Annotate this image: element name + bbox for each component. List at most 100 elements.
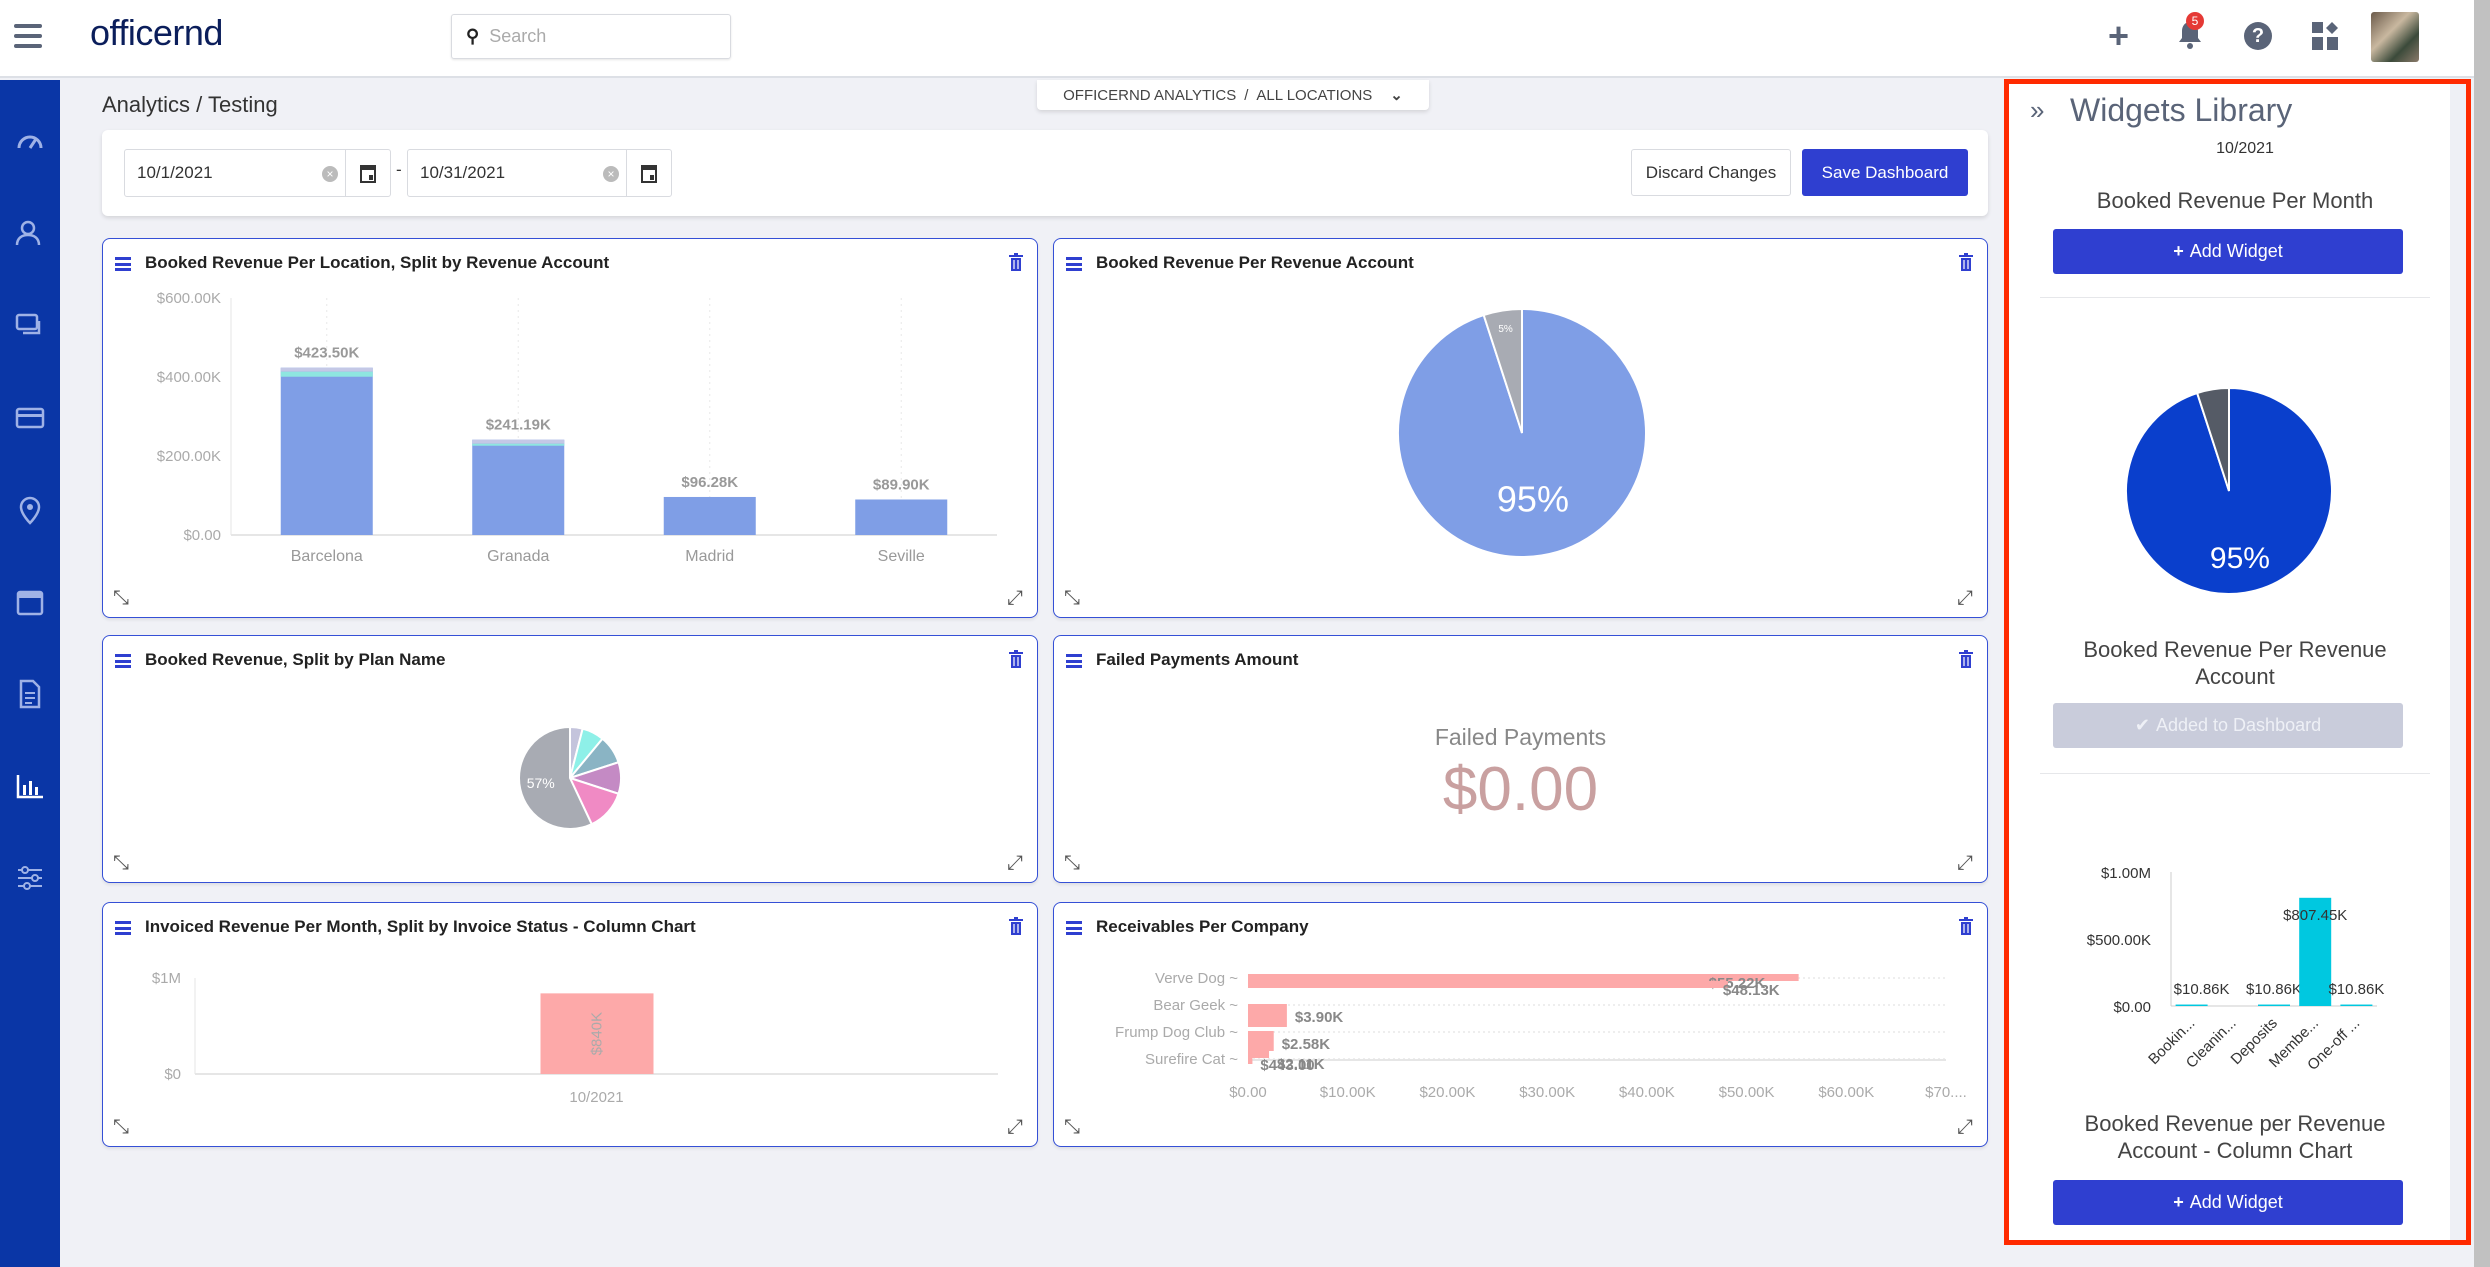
save-dashboard-button[interactable]: Save Dashboard xyxy=(1802,149,1968,196)
bar xyxy=(280,367,373,535)
library-period: 10/2021 xyxy=(2216,140,2274,157)
add-widget-button[interactable]: + Add Widget xyxy=(2053,1180,2403,1225)
chart: 57% xyxy=(518,725,622,830)
resize-handle-icon[interactable]: ⤡ xyxy=(1064,588,1082,608)
bar-segment xyxy=(472,439,565,444)
data-label: $423.50K xyxy=(294,345,359,362)
added-to-dashboard-button: ✔ Added to Dashboard xyxy=(2053,703,2403,748)
pie-label: 57% xyxy=(527,775,555,791)
drag-menu-icon[interactable] xyxy=(115,654,131,668)
location-pin-icon[interactable] xyxy=(14,494,46,526)
help-icon[interactable]: ? xyxy=(2244,22,2272,50)
end-date-value: 10/31/2021 xyxy=(420,163,506,182)
clear-end-date-icon[interactable]: × xyxy=(603,166,619,182)
y-tick-label: Surefire Cat ~ xyxy=(1145,1051,1238,1068)
document-icon[interactable] xyxy=(14,678,46,710)
data-label: $89.90K xyxy=(873,476,930,493)
resize-handle-icon[interactable]: ⤢ xyxy=(1007,1117,1025,1137)
context-switcher[interactable]: OFFICERND ANALYTICS / ALL LOCATIONS ⌄ xyxy=(1037,80,1429,110)
x-tick-label: $50.00K xyxy=(1719,1084,1775,1101)
add-widget-button[interactable]: + Add Widget xyxy=(2053,229,2403,274)
sidebar xyxy=(0,80,60,1267)
trash-icon[interactable] xyxy=(1009,650,1023,668)
calendar-icon[interactable] xyxy=(14,586,46,618)
messages-icon[interactable] xyxy=(14,310,46,342)
x-tick-label: $40.00K xyxy=(1619,1084,1675,1101)
widget-booked-revenue-per-revenue-account: 95% 5% Booked Revenue Per Revenue Account… xyxy=(1053,238,1988,618)
discard-changes-button[interactable]: Discard Changes xyxy=(1631,149,1791,196)
resize-handle-icon[interactable]: ⤢ xyxy=(1957,853,1975,873)
data-label: $96.28K xyxy=(681,474,738,491)
y-tick-label: $600.00K xyxy=(157,290,221,307)
scrollbar[interactable] xyxy=(2474,0,2490,1267)
bar-segment xyxy=(280,371,373,377)
pie-label: 95% xyxy=(1497,479,1569,520)
analytics-chart-icon[interactable] xyxy=(14,770,46,802)
drag-menu-icon[interactable] xyxy=(115,257,131,271)
widget-title: Booked Revenue Per Location, Split by Re… xyxy=(145,253,610,272)
end-date-field[interactable]: 10/31/2021 × xyxy=(407,149,672,197)
trash-icon[interactable] xyxy=(1009,917,1023,935)
x-tick-label: Madrid xyxy=(685,548,734,565)
resize-handle-icon[interactable]: ⤢ xyxy=(1007,853,1025,873)
trash-icon[interactable] xyxy=(1009,253,1023,271)
logo[interactable]: officernd xyxy=(90,12,223,54)
start-date-field[interactable]: 10/1/2021 × xyxy=(124,149,391,197)
clear-start-date-icon[interactable]: × xyxy=(322,166,338,182)
billing-card-icon[interactable] xyxy=(14,402,46,434)
x-tick-label: $70.... xyxy=(1925,1084,1967,1101)
library-item-title: Booked Revenue Per Month xyxy=(2096,188,2374,213)
hamburger-menu-icon[interactable] xyxy=(14,24,42,48)
x-tick-label: $20.00K xyxy=(1419,1084,1475,1101)
collapse-panel-icon[interactable]: » xyxy=(2030,95,2044,126)
y-tick-label: $400.00K xyxy=(157,369,221,386)
user-avatar[interactable] xyxy=(2371,12,2419,62)
add-widget-label: Add Widget xyxy=(2189,1192,2283,1212)
notification-badge: 5 xyxy=(2186,12,2204,30)
resize-handle-icon[interactable]: ⤡ xyxy=(113,588,131,608)
y-tick-label: Verve Dog ~ xyxy=(1155,970,1238,987)
trash-icon[interactable] xyxy=(1959,650,1973,668)
y-tick-label: $0.00 xyxy=(183,527,221,544)
separator: / xyxy=(1244,86,1249,104)
drag-menu-icon[interactable] xyxy=(115,921,131,935)
widget-failed-payments: Failed Payments $0.00 Failed Payments Am… xyxy=(1053,635,1988,883)
drag-menu-icon[interactable] xyxy=(1066,654,1082,668)
panel-right-gutter xyxy=(2450,84,2466,1240)
failed-payments-value: $0.00 xyxy=(1442,755,1599,824)
calendar-picker-icon[interactable] xyxy=(345,150,390,196)
resize-handle-icon[interactable]: ⤡ xyxy=(1064,1117,1082,1137)
widget-title: Booked Revenue Per Revenue Account xyxy=(1096,253,1414,272)
plus-icon[interactable]: + xyxy=(2108,18,2129,54)
add-widget-label: Add Widget xyxy=(2189,241,2283,261)
resize-handle-icon[interactable]: ⤢ xyxy=(1957,588,1975,608)
drag-menu-icon[interactable] xyxy=(1066,921,1082,935)
drag-menu-icon[interactable] xyxy=(1066,257,1082,271)
bar-segment xyxy=(472,443,565,446)
widgets-icon[interactable] xyxy=(2312,22,2340,50)
bar xyxy=(1248,1058,1253,1064)
resize-handle-icon[interactable]: ⤢ xyxy=(1957,1117,1975,1137)
members-icon[interactable] xyxy=(14,217,46,249)
location-label: ALL LOCATIONS xyxy=(1256,86,1373,104)
data-label: $840K xyxy=(589,1012,606,1055)
x-tick-label: Granada xyxy=(487,548,549,565)
resize-handle-icon[interactable]: ⤡ xyxy=(1064,853,1082,873)
trash-icon[interactable] xyxy=(1959,917,1973,935)
top-bar: officernd ⚲ Search + 5 ? xyxy=(0,0,2490,78)
resize-handle-icon[interactable]: ⤡ xyxy=(113,1117,131,1137)
bar-segment xyxy=(280,367,373,372)
resize-handle-icon[interactable]: ⤢ xyxy=(1007,588,1025,608)
data-label: $241.19K xyxy=(486,417,551,434)
divider xyxy=(2040,297,2430,298)
search-input[interactable]: ⚲ Search xyxy=(451,14,731,59)
dashboard-gauge-icon[interactable] xyxy=(14,125,46,157)
trash-icon[interactable] xyxy=(1959,253,1973,271)
widget-invoiced-revenue-per-month: $1M $0 $840K 10/2021 Invoiced Revenue Per M… xyxy=(102,902,1038,1147)
y-tick-label: $200.00K xyxy=(157,448,221,465)
resize-handle-icon[interactable]: ⤡ xyxy=(113,853,131,873)
calendar-picker-icon[interactable] xyxy=(626,150,671,196)
settings-sliders-icon[interactable] xyxy=(14,862,46,894)
breadcrumb: Analytics / Testing xyxy=(102,92,278,117)
start-date-value: 10/1/2021 xyxy=(137,163,213,182)
